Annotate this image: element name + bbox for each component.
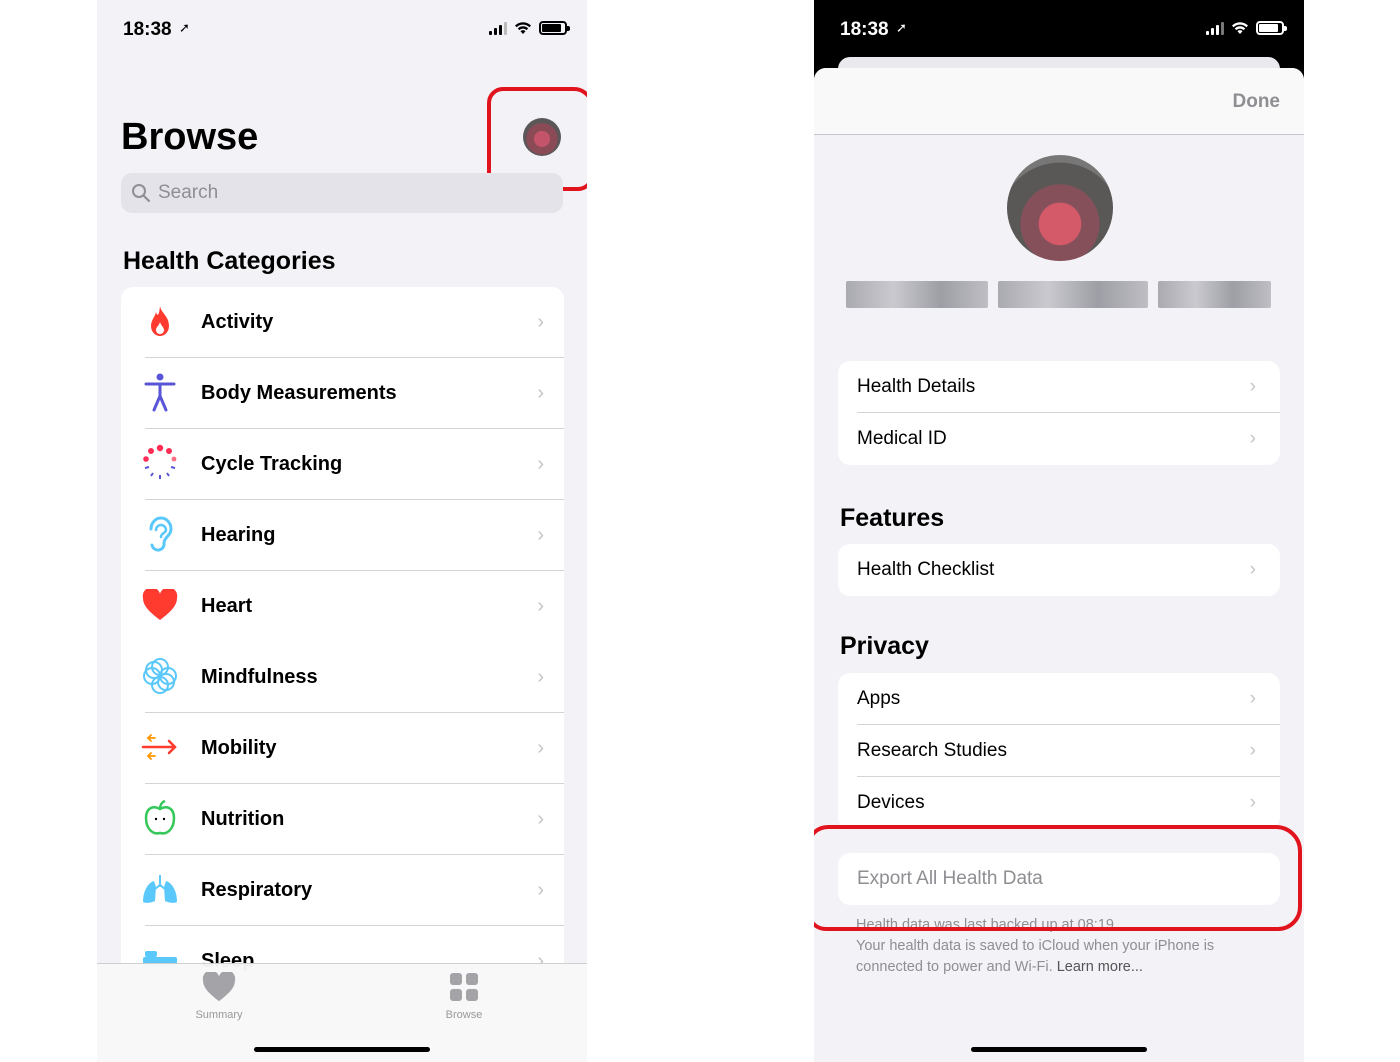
privacy-group: Apps › Research Studies › Devices › <box>838 673 1280 829</box>
category-mindfulness[interactable]: Mindfulness › <box>121 642 564 713</box>
location-arrow-icon: ➚ <box>179 20 190 35</box>
tab-label: Summary <box>195 1009 243 1021</box>
chevron-right-icon: › <box>537 595 544 617</box>
grid-tab-icon <box>450 973 478 1001</box>
battery-icon <box>539 21 570 35</box>
category-mobility[interactable]: Mobility › <box>121 713 564 784</box>
category-label: Heart <box>201 595 253 617</box>
category-label: Nutrition <box>201 808 285 830</box>
chevron-right-icon: › <box>1249 740 1256 761</box>
row-label: Medical ID <box>857 428 947 449</box>
category-label: Mindfulness <box>201 666 318 688</box>
categories-list: Activity › Body Measurements › Cycle Tra… <box>121 287 564 997</box>
done-button[interactable]: Done <box>1233 91 1281 113</box>
chevron-right-icon: › <box>537 524 544 546</box>
section-title-privacy: Privacy <box>840 632 929 660</box>
status-time: 18:38 <box>840 19 889 40</box>
export-highlight-annotation <box>814 825 1302 931</box>
category-body-measurements[interactable]: Body Measurements › <box>121 358 564 429</box>
section-title-health-categories: Health Categories <box>123 247 336 275</box>
chevron-right-icon: › <box>1249 376 1256 397</box>
apple-icon <box>141 799 179 837</box>
ear-icon <box>141 515 179 553</box>
profile-group: Health Details › Medical ID › <box>838 361 1280 465</box>
cellular-signal-icon <box>489 21 507 35</box>
page-title: Browse <box>121 116 259 158</box>
heart-tab-icon <box>202 970 236 1002</box>
lungs-icon <box>141 870 179 908</box>
row-label: Devices <box>857 792 925 813</box>
medical-id-row[interactable]: Medical ID › <box>838 413 1280 465</box>
row-label: Health Details <box>857 376 976 397</box>
category-label: Respiratory <box>201 879 313 901</box>
row-label: Health Checklist <box>857 559 995 580</box>
profile-sheet-screen: 18:38 ➚ Done Health Details › Medical ID… <box>814 0 1304 1062</box>
category-label: Activity <box>201 311 274 333</box>
chevron-right-icon: › <box>537 666 544 688</box>
cycle-dots-icon <box>141 444 179 482</box>
tab-label: Browse <box>445 1009 483 1021</box>
search-placeholder: Search <box>158 182 219 203</box>
section-title-features: Features <box>840 504 945 532</box>
search-input[interactable]: Search <box>121 173 563 213</box>
category-heart[interactable]: Heart › <box>121 571 564 642</box>
chevron-right-icon: › <box>1249 428 1256 449</box>
chevron-right-icon: › <box>537 453 544 475</box>
wifi-icon <box>1232 22 1248 34</box>
chevron-right-icon: › <box>1249 792 1256 813</box>
health-details-row[interactable]: Health Details › <box>838 361 1280 413</box>
search-icon <box>132 184 151 203</box>
category-label: Cycle Tracking <box>201 453 343 475</box>
row-label: Research Studies <box>857 740 1007 761</box>
home-indicator[interactable] <box>971 1047 1147 1052</box>
arrows-icon <box>141 728 179 766</box>
apps-row[interactable]: Apps › <box>838 673 1280 725</box>
flame-icon <box>141 302 179 340</box>
features-group: Health Checklist › <box>838 544 1280 596</box>
category-hearing[interactable]: Hearing › <box>121 500 564 571</box>
devices-row[interactable]: Devices › <box>838 777 1280 829</box>
profile-avatar <box>1007 155 1113 261</box>
category-respiratory[interactable]: Respiratory › <box>121 855 564 926</box>
category-activity[interactable]: Activity › <box>121 287 564 358</box>
tab-summary[interactable]: Summary <box>174 970 264 1021</box>
status-time: 18:38 <box>123 19 172 40</box>
research-studies-row[interactable]: Research Studies › <box>838 725 1280 777</box>
profile-sheet: Done Health Details › Medical ID › Featu… <box>814 68 1304 1062</box>
chevron-right-icon: › <box>1249 559 1256 580</box>
person-figure-icon <box>141 373 179 412</box>
home-indicator[interactable] <box>254 1047 430 1052</box>
learn-more-link[interactable]: Learn more... <box>1057 959 1143 975</box>
profile-name-redacted <box>846 281 1271 308</box>
wifi-icon <box>515 22 531 34</box>
category-label: Mobility <box>201 737 277 759</box>
row-label: Apps <box>857 688 901 709</box>
tab-bar: Summary Browse <box>97 963 587 1062</box>
chevron-right-icon: › <box>1249 688 1256 709</box>
category-label: Body Measurements <box>201 382 397 404</box>
sheet-header: Done <box>814 68 1304 135</box>
battery-icon <box>1256 21 1287 35</box>
chevron-right-icon: › <box>537 737 544 759</box>
flower-icon <box>141 657 179 695</box>
status-bar: 18:38 ➚ <box>814 0 1304 60</box>
icloud-note-text: Your health data is saved to iCloud when… <box>856 938 1215 975</box>
tab-browse[interactable]: Browse <box>419 972 509 1021</box>
cellular-signal-icon <box>1206 21 1224 35</box>
chevron-right-icon: › <box>537 879 544 901</box>
chevron-right-icon: › <box>537 808 544 830</box>
status-bar: 18:38 ➚ <box>97 0 587 60</box>
chevron-right-icon: › <box>537 382 544 404</box>
location-arrow-icon: ➚ <box>896 20 907 35</box>
category-label: Hearing <box>201 524 276 546</box>
heart-icon <box>141 586 179 624</box>
browse-screen: 18:38 ➚ Browse Search Health Categories <box>97 0 587 1062</box>
chevron-right-icon: › <box>537 311 544 333</box>
category-nutrition[interactable]: Nutrition › <box>121 784 564 855</box>
category-cycle-tracking[interactable]: Cycle Tracking › <box>121 429 564 500</box>
health-checklist-row[interactable]: Health Checklist › <box>838 544 1280 596</box>
